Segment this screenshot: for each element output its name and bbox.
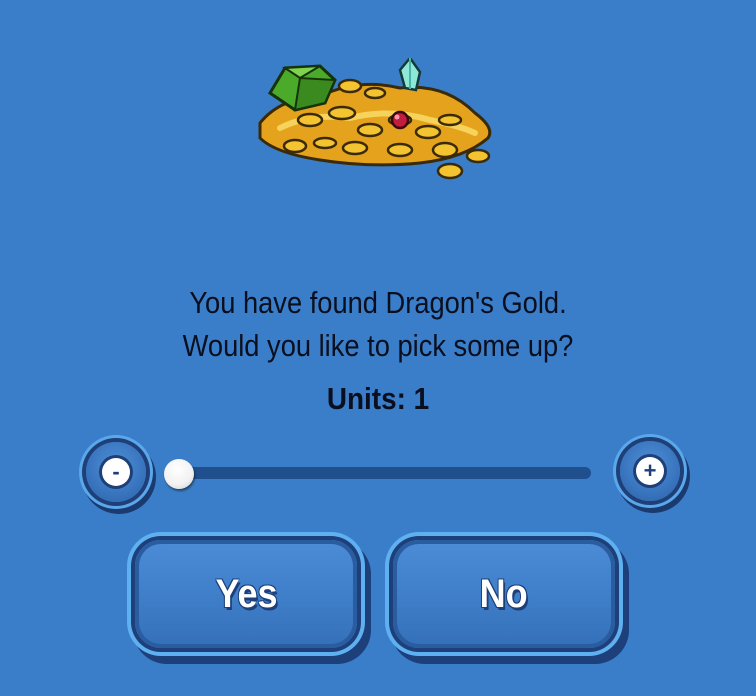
minus-icon: - <box>102 458 130 486</box>
message-line-1: You have found Dragon's Gold. <box>189 285 567 320</box>
units-label: Units: 1 <box>326 381 430 416</box>
units-slider-handle[interactable] <box>164 459 194 489</box>
no-button-label: No <box>479 571 528 616</box>
decrease-units-button[interactable]: - <box>86 442 146 502</box>
yes-button-label: Yes <box>214 571 278 616</box>
yes-button[interactable]: Yes <box>135 540 357 648</box>
message-line-2: Would you like to pick some up? <box>182 328 574 363</box>
plus-icon: + <box>636 457 664 485</box>
treasure-pile-icon <box>258 58 492 180</box>
no-button[interactable]: No <box>393 540 615 648</box>
units-slider-track[interactable] <box>180 467 591 479</box>
dialog-message: You have found Dragon's Gold. Would you … <box>45 281 710 367</box>
increase-units-button[interactable]: + <box>620 441 680 501</box>
